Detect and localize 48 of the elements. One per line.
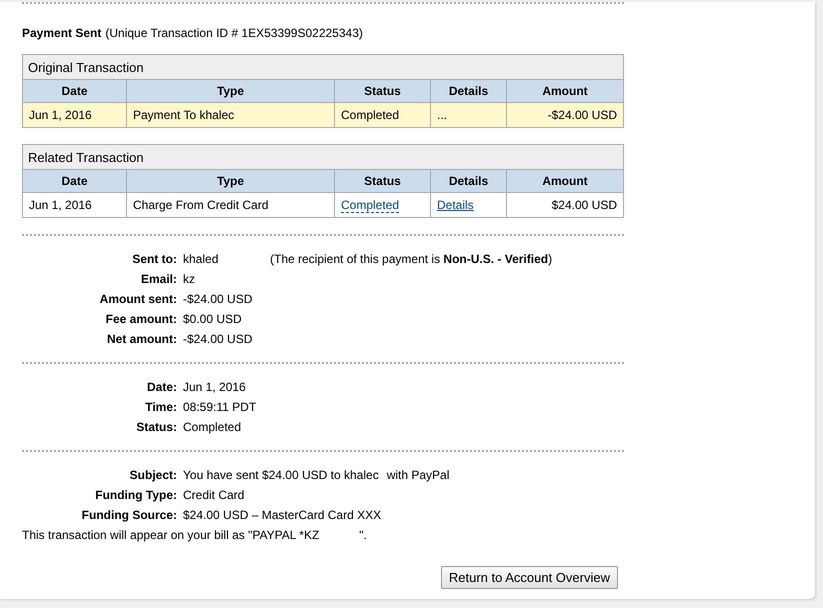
field-value: -$24.00 USD xyxy=(183,291,254,308)
column-header: Details xyxy=(431,80,507,103)
column-header: Amount xyxy=(507,170,623,193)
field-label: Subject: xyxy=(128,467,178,484)
field-value: -$24.00 USD xyxy=(183,331,254,348)
field-label: Funding Source: xyxy=(80,507,178,524)
column-header: Status xyxy=(335,80,431,103)
page-title: Payment Sent xyxy=(22,26,102,40)
field-value: kz xyxy=(183,271,196,288)
column-header: Details xyxy=(431,170,507,193)
return-button[interactable]: Return to Account Overview xyxy=(440,566,618,589)
field-label: Status: xyxy=(135,419,178,436)
column-header: Date xyxy=(23,170,127,193)
transaction-id: (Unique Transaction ID # 1EX53399S02225343) xyxy=(105,26,363,40)
details-text: ... xyxy=(437,108,448,122)
field-label: Sent to: xyxy=(131,251,178,268)
field-value: You have sent $24.00 USD to khalec xyxy=(183,467,379,484)
field-value: khaled xyxy=(183,251,220,268)
column-header: Date xyxy=(23,80,127,103)
footnote-end: ". xyxy=(359,527,367,544)
table-caption: Original Transaction xyxy=(23,55,623,80)
table-cell: Jun 1, 2016 xyxy=(23,103,127,127)
field-label: Funding Type: xyxy=(94,487,178,504)
field-value: Completed xyxy=(183,419,242,436)
table-cell: -$24.00 USD xyxy=(507,103,623,127)
details-link[interactable]: Details xyxy=(437,198,474,212)
field-note: (The recipient of this payment is Non-U.S. - Verified) xyxy=(270,251,552,268)
field-value: 08:59:11 PDT xyxy=(183,399,258,416)
table-caption: Related Transaction xyxy=(23,145,623,170)
field-value: $0.00 USD xyxy=(183,311,243,328)
field-label: Time: xyxy=(144,399,178,416)
field-value: $24.00 USD – MasterCard Card XXX xyxy=(183,507,382,524)
status-text: Completed xyxy=(341,108,400,122)
column-header: Type xyxy=(127,80,335,103)
field-label: Fee amount: xyxy=(104,311,178,328)
column-header: Amount xyxy=(507,80,623,103)
field-note: with PayPal xyxy=(386,467,450,484)
field-label: Date: xyxy=(146,379,178,396)
table-cell: Payment To khalec xyxy=(127,103,335,127)
field-label: Net amount: xyxy=(106,331,178,348)
field-value: Jun 1, 2016 xyxy=(183,379,247,396)
status-link[interactable]: Completed xyxy=(341,198,400,213)
footnote: This transaction will appear on your bill as "PAYPAL *KZ xyxy=(22,527,320,544)
field-label: Email: xyxy=(140,271,178,288)
column-header: Type xyxy=(127,170,335,193)
column-header: Status xyxy=(335,170,431,193)
field-value: Credit Card xyxy=(183,487,246,504)
field-label: Amount sent: xyxy=(98,291,178,308)
